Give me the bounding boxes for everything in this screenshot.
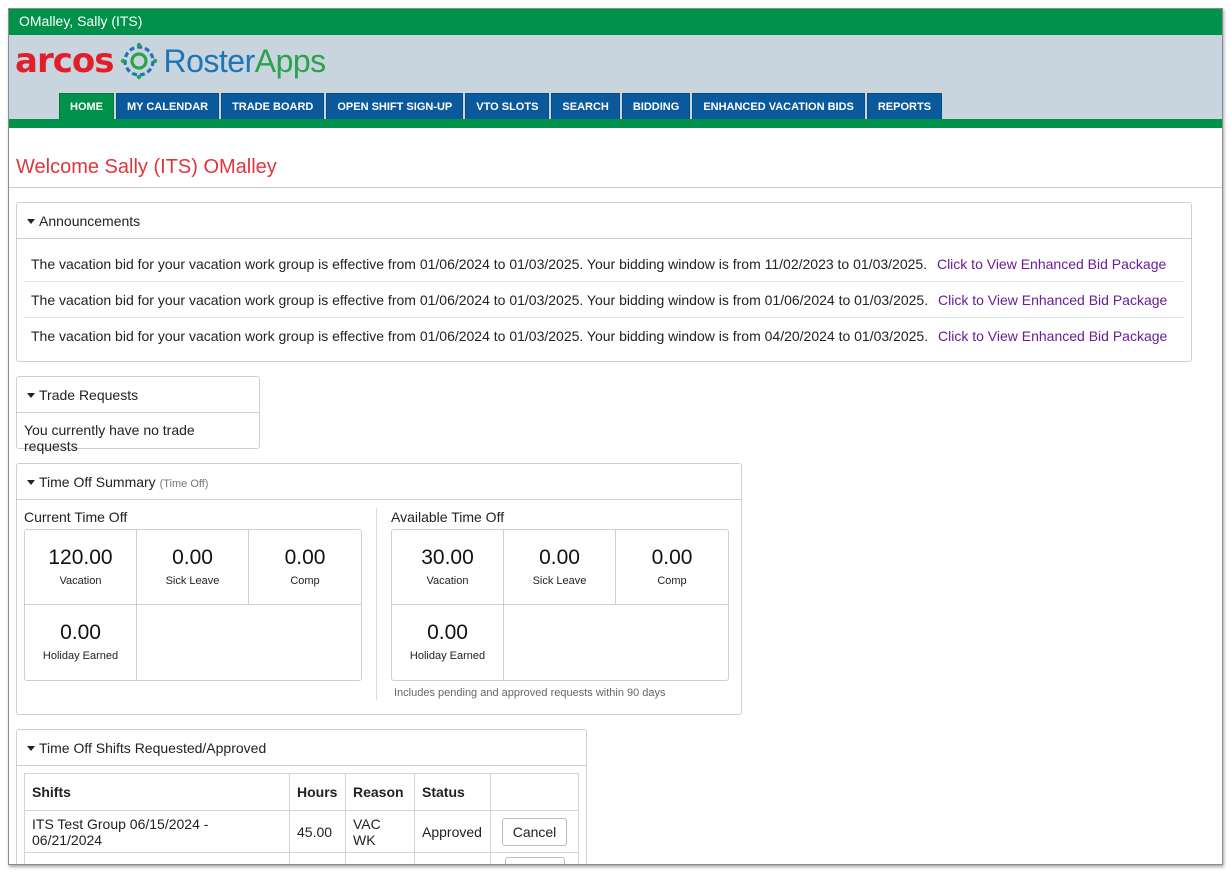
current-time-off-title: Current Time Off <box>24 509 128 525</box>
balance-value: 30.00 <box>421 546 474 569</box>
balance-cell: 0.00 Comp <box>616 530 728 605</box>
balance-label: Holiday Earned <box>42 650 119 662</box>
available-time-off-title: Available Time Off <box>391 509 505 525</box>
trade-requests-message: You currently have no trade requests <box>24 422 195 454</box>
balance-label: Sick Leave <box>532 575 587 587</box>
announcement-text: The vacation bid for your vacation work … <box>31 328 929 344</box>
action-cell: Cancel <box>490 810 579 853</box>
column-divider <box>376 508 377 700</box>
page-title: Welcome Sally (ITS) OMalley <box>9 128 1222 188</box>
app-header: arcos RosterApps HOME MY CALENDAR TRADE … <box>9 35 1222 119</box>
current-time-off-grid: 120.00 Vacation 0.00 Sick Leave 0.00 Com… <box>24 529 362 681</box>
time-off-shifts-header[interactable]: Time Off Shifts Requested/Approved <box>17 730 586 766</box>
app-window: OMalley, Sally (ITS) arcos RosterApps HO… <box>8 8 1223 865</box>
balance-cell: 120.00 Vacation <box>25 530 137 605</box>
caret-down-icon <box>27 392 35 398</box>
tab-search[interactable]: SEARCH <box>551 93 620 119</box>
caret-down-icon <box>27 745 35 751</box>
time-off-summary-title: Time Off Summary <box>39 474 156 490</box>
column-header-shifts: Shifts <box>24 773 290 811</box>
current-time-off: Current Time Off 120.00 Vacation 0.00 Si… <box>24 500 362 681</box>
balance-cell: 30.00 Vacation <box>392 530 504 605</box>
table-header-row: Shifts Hours Reason Status <box>24 773 579 811</box>
announcements-title: Announcements <box>39 213 141 229</box>
tab-my-calendar[interactable]: MY CALENDAR <box>116 93 220 119</box>
announcements-panel: Announcements The vacation bid for your … <box>16 202 1192 362</box>
tab-bidding[interactable]: BIDDING <box>621 93 691 119</box>
tab-reports[interactable]: REPORTS <box>866 93 943 119</box>
balance-cell: 0.00 Sick Leave <box>504 530 616 605</box>
announcement-text: The vacation bid for your vacation work … <box>31 256 928 272</box>
view-bid-package-link[interactable]: Click to View Enhanced Bid Package <box>938 292 1167 308</box>
balance-cell: 0.00 Holiday Earned <box>392 605 504 680</box>
time-off-shifts-title: Time Off Shifts Requested/Approved <box>39 740 267 756</box>
time-off-summary-subtitle: (Time Off) <box>159 478 209 490</box>
tab-open-shift-sign-up[interactable]: OPEN SHIFT SIGN-UP <box>326 93 464 119</box>
available-time-off-note: Includes pending and approved requests w… <box>394 687 666 699</box>
tab-trade-board[interactable]: TRADE BOARD <box>221 93 325 119</box>
balance-value: 0.00 <box>60 621 101 644</box>
column-header-reason: Reason <box>345 773 415 811</box>
nav-underline <box>9 119 1222 128</box>
rosterapps-logo-text: RosterApps <box>163 43 326 79</box>
balance-label: Vacation <box>426 575 469 587</box>
tab-enhanced-vacation-bids[interactable]: ENHANCED VACATION BIDS <box>692 93 865 119</box>
balance-value: 120.00 <box>48 546 113 569</box>
time-off-summary-header[interactable]: Time Off Summary (Time Off) <box>17 464 741 500</box>
cancel-button[interactable]: Cancel <box>501 817 568 846</box>
column-header-hours: Hours <box>289 773 346 811</box>
cancel-button[interactable] <box>504 857 565 864</box>
balance-cell: 0.00 Holiday Earned <box>25 605 137 680</box>
balance-label: Holiday Earned <box>409 650 486 662</box>
balance-value: 0.00 <box>539 546 580 569</box>
table-row <box>24 852 579 864</box>
announcement-item: The vacation bid for your vacation work … <box>24 318 1184 354</box>
arcos-logo-text: arcos <box>15 41 114 81</box>
trade-requests-header[interactable]: Trade Requests <box>17 377 259 413</box>
column-header-status: Status <box>414 773 491 811</box>
available-time-off: Available Time Off 30.00 Vacation 0.00 S… <box>391 500 729 699</box>
rosterapps-logo-icon <box>121 42 158 80</box>
table-row: ITS Test Group 06/15/2024 - 06/21/2024 4… <box>24 810 579 853</box>
balance-label: Vacation <box>59 575 102 587</box>
balance-value: 0.00 <box>651 546 693 569</box>
announcement-text: The vacation bid for your vacation work … <box>31 292 929 308</box>
tab-vto-slots[interactable]: VTO SLOTS <box>465 93 550 119</box>
trade-requests-panel: Trade Requests You currently have no tra… <box>16 376 260 454</box>
caret-down-icon <box>27 479 35 485</box>
time-off-summary-panel: Time Off Summary (Time Off) Current Time… <box>16 463 742 715</box>
trade-requests-title: Trade Requests <box>39 387 139 403</box>
balance-label: Comp <box>657 575 687 587</box>
reason-cell: VAC WK <box>345 810 415 853</box>
announcement-item: The vacation bid for your vacation work … <box>24 282 1184 318</box>
hours-cell: 45.00 <box>289 810 346 853</box>
view-bid-package-link[interactable]: Click to View Enhanced Bid Package <box>937 256 1166 272</box>
user-name: OMalley, Sally (ITS) <box>19 13 143 29</box>
shift-cell: ITS Test Group 06/15/2024 - 06/21/2024 <box>24 810 290 853</box>
view-bid-package-link[interactable]: Click to View Enhanced Bid Package <box>938 328 1167 344</box>
caret-down-icon <box>27 218 35 224</box>
logo[interactable]: arcos RosterApps <box>15 41 326 81</box>
announcements-list: The vacation bid for your vacation work … <box>17 239 1191 354</box>
balance-value: 0.00 <box>427 621 468 644</box>
column-header-action <box>490 773 579 811</box>
status-cell: Approved <box>414 810 491 853</box>
user-bar: OMalley, Sally (ITS) <box>9 9 1222 35</box>
tab-home[interactable]: HOME <box>59 93 114 119</box>
main-nav: HOME MY CALENDAR TRADE BOARD OPEN SHIFT … <box>59 93 944 119</box>
time-off-shifts-panel: Time Off Shifts Requested/Approved Shift… <box>16 729 587 864</box>
time-off-shifts-table: Shifts Hours Reason Status ITS Test Grou… <box>24 773 579 864</box>
announcements-header[interactable]: Announcements <box>17 203 1191 239</box>
available-time-off-grid: 30.00 Vacation 0.00 Sick Leave 0.00 Comp… <box>391 529 729 681</box>
announcement-item: The vacation bid for your vacation work … <box>24 246 1184 282</box>
